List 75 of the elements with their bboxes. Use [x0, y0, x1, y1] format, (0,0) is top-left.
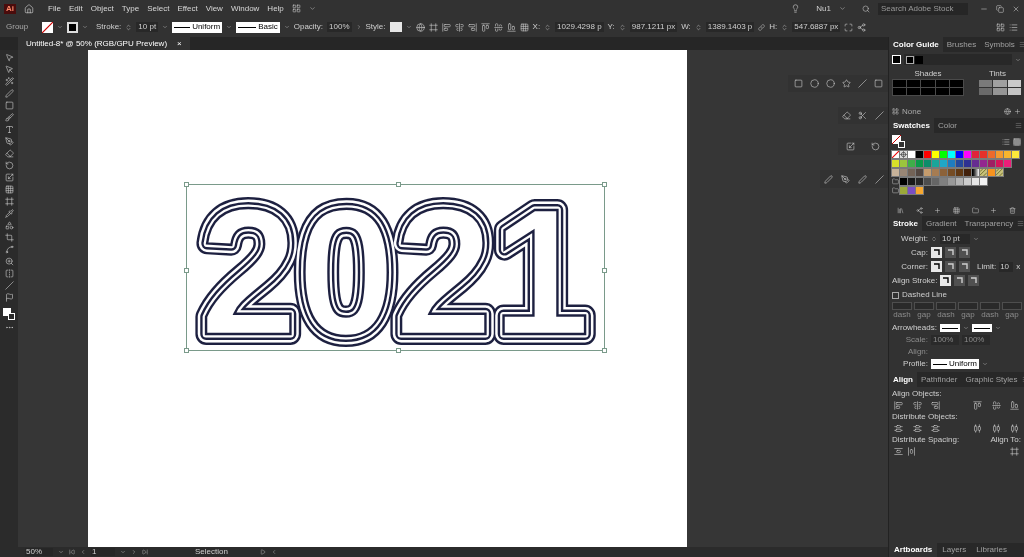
selection-type: Group: [6, 23, 30, 31]
arrow-align-label: Align:: [907, 348, 928, 356]
menu-item[interactable]: Effect: [177, 4, 198, 13]
panel-tab[interactable]: Gradient: [921, 216, 961, 231]
coordinate-field[interactable]: 547.6887 px: [792, 22, 841, 32]
profile-label: Profile:: [902, 360, 928, 368]
menu-item[interactable]: Window: [230, 4, 260, 13]
artboard-field[interactable]: 1: [91, 548, 115, 556]
coordinate-label: H:: [769, 23, 778, 31]
panel-tab[interactable]: Brushes: [942, 37, 981, 52]
panel-tab[interactable]: Stroke: [889, 216, 922, 231]
shades-label: Shades: [914, 70, 942, 78]
align-stroke-label: Align Stroke:: [892, 276, 938, 285]
scale-field[interactable]: 100%: [962, 335, 990, 345]
app-logo[interactable]: Ai: [4, 3, 16, 14]
limit-field[interactable]: 10: [999, 261, 1014, 272]
coordinate-label: X:: [532, 23, 541, 31]
dash-label: gap: [917, 311, 931, 319]
panel-tab[interactable]: Libraries: [971, 543, 1012, 557]
panel-tab[interactable]: Layers: [937, 543, 972, 557]
style-label: Style:: [365, 23, 386, 31]
weight-field[interactable]: 10 pt: [940, 234, 970, 244]
menu-item[interactable]: Type: [121, 4, 140, 13]
tints-label: Tints: [988, 70, 1006, 78]
workspace-switcher[interactable]: Nu1: [816, 4, 831, 13]
distribute-spacing-label: Distribute Spacing:: [892, 436, 960, 444]
menu-item[interactable]: Help: [267, 4, 284, 13]
panel-tab[interactable]: Artboards: [889, 543, 938, 557]
limit-label: Limit:: [977, 262, 997, 271]
stroke-weight-field[interactable]: 10 pt: [136, 22, 159, 32]
menu-item[interactable]: View: [205, 4, 223, 13]
dash-label: dash: [937, 311, 955, 319]
coordinate-field[interactable]: 1389.1403 p: [705, 22, 755, 32]
opacity-field[interactable]: 100%: [327, 22, 352, 32]
profile-dropdown[interactable]: Uniform: [172, 21, 223, 33]
menu-item[interactable]: Edit: [68, 4, 83, 13]
menu-item[interactable]: Select: [147, 4, 170, 13]
coordinate-field[interactable]: 1029.4298 p: [555, 22, 604, 32]
menu-item[interactable]: Object: [90, 4, 114, 13]
align-objects-label: Align Objects:: [892, 390, 943, 398]
arrowheads-label: Arrowheads:: [892, 324, 937, 332]
dash-label: dash: [893, 311, 911, 319]
panel-tab[interactable]: Swatches: [889, 118, 934, 133]
scale-label: Scale:: [904, 336, 928, 344]
coordinate-label: W:: [681, 23, 691, 31]
panel-tab[interactable]: Symbols: [980, 37, 1019, 52]
current-tool: Selection: [195, 548, 229, 556]
scale-field[interactable]: 100%: [931, 335, 959, 345]
menu-item[interactable]: File: [48, 4, 61, 13]
panel-tab[interactable]: Align: [889, 372, 917, 387]
opacity-label: Opacity:: [293, 23, 324, 31]
distribute-objects-label: Distribute Objects:: [892, 413, 959, 421]
profile-dropdown[interactable]: Uniform: [931, 359, 979, 369]
coordinate-field[interactable]: 987.1211 px: [629, 22, 678, 32]
weight-label: Weight:: [900, 235, 928, 243]
dash-label: dash: [981, 311, 999, 319]
panel-tab[interactable]: Transparency: [960, 216, 1018, 231]
limit-unit: x: [1016, 262, 1021, 271]
none-label: None: [902, 107, 922, 116]
document-tab[interactable]: Untitled-8* @ 50% (RGB/GPU Preview) ×: [18, 37, 190, 50]
dash-label: gap: [1005, 311, 1019, 319]
panel-tab[interactable]: Pathfinder: [917, 372, 962, 387]
panel-tab[interactable]: Color Guide: [889, 37, 943, 52]
dashed-line-label: Dashed Line: [902, 291, 947, 299]
stroke-label: Stroke:: [96, 23, 122, 31]
panel-tab[interactable]: Color: [933, 118, 962, 133]
brush-dropdown[interactable]: Basic: [236, 21, 280, 33]
corner-label: Corner:: [900, 262, 928, 271]
zoom-field[interactable]: 50%: [25, 548, 53, 556]
panel-tab[interactable]: Graphic Styles: [961, 372, 1022, 387]
dash-label: gap: [961, 311, 975, 319]
coordinate-label: Y:: [607, 23, 615, 31]
align-to-label: Align To:: [990, 436, 1021, 444]
cap-label: Cap:: [910, 248, 928, 257]
stock-search-field[interactable]: Search Adobe Stock: [878, 2, 968, 15]
